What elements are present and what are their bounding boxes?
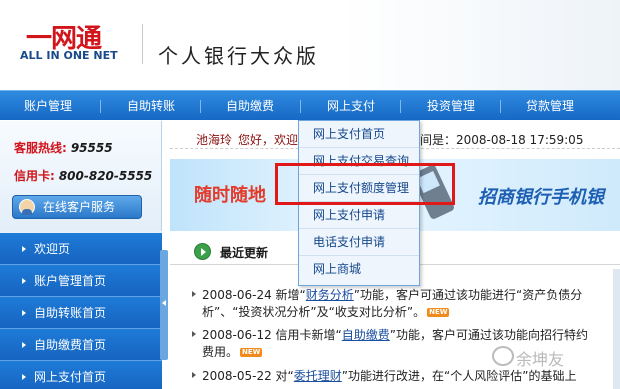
service-hotline: 客服热线: 95555	[14, 139, 113, 156]
sidebar-item-online-payment-home[interactable]: 网上支付首页	[0, 361, 162, 389]
sidebar-item-transfer-home[interactable]: 自助转账首页	[0, 297, 162, 329]
wechat-icon	[492, 346, 514, 366]
service-hotline-label: 客服热线:	[14, 141, 67, 155]
nav-self-payment[interactable]: 自助缴费	[222, 91, 278, 121]
banner-right-text: 招商银行手机银	[478, 187, 604, 208]
nav-online-payment[interactable]: 网上支付	[323, 91, 379, 121]
credit-card-hotline: 信用卡: 800-820-5555	[14, 167, 152, 184]
hotline-panel: 客服热线: 95555 信用卡: 800-820-5555 在线客户服务	[0, 121, 162, 231]
bank-logo[interactable]: 一网通 ALL IN ONE NET	[16, 18, 134, 68]
header-divider	[142, 24, 143, 64]
news-text: 析”、“投资状况分析”及“收支对比分析”。	[202, 305, 426, 319]
dropdown-item-online-mall[interactable]: 网上商城	[299, 256, 419, 283]
login-time: 间是：2008-08-18 17:59:05	[420, 133, 584, 147]
nav-separator	[100, 100, 101, 113]
news-line-1: 2008-06-24 新增“财务分析”功能，客户可通过该功能进行“资产负债分	[202, 286, 582, 303]
bullet-icon	[22, 374, 26, 380]
nav-self-transfer[interactable]: 自助转账	[123, 91, 179, 121]
credit-card-label: 信用卡:	[14, 169, 55, 183]
sidebar-item-label: 欢迎页	[34, 242, 71, 256]
news-line-3: 2008-06-12 信用卡新增“自助缴费”功能，客户可通过该功能向招行特约	[202, 326, 588, 343]
bullet-icon	[22, 342, 26, 348]
service-hotline-number: 95555	[70, 141, 113, 155]
user-name: 池海玲	[196, 133, 233, 147]
logo-english-text: ALL IN ONE NET	[20, 49, 118, 62]
news-line-2: 析”、“投资状况分析”及“收支对比分析”。 NEW	[202, 303, 450, 320]
online-service-button[interactable]: 在线客户服务	[12, 195, 142, 219]
new-badge: NEW	[427, 308, 450, 317]
site-title: 个人银行大众版	[158, 44, 319, 68]
vertical-scrollbar[interactable]	[613, 269, 620, 389]
main-nav: 账户管理 自助转账 自助缴费 网上支付 投资管理 贷款管理	[0, 90, 620, 120]
news-title: 最近更新	[220, 246, 269, 260]
sidebar-collapse-handle[interactable]	[160, 250, 168, 360]
nav-separator	[400, 100, 401, 113]
dropdown-item-payment-apply[interactable]: 网上支付申请	[299, 202, 419, 229]
dropdown-item-phone-payment-apply[interactable]: 电话支付申请	[299, 229, 419, 256]
nav-separator	[200, 100, 201, 113]
nav-separator	[500, 100, 501, 113]
online-service-label: 在线客户服务	[43, 200, 116, 214]
bullet-icon	[22, 278, 26, 284]
news-link-self-payment[interactable]: 自助缴费	[342, 328, 390, 342]
news-text: 2008-05-22 对“	[202, 369, 294, 383]
nav-account-management[interactable]: 账户管理	[20, 91, 76, 121]
news-bullet-icon	[192, 372, 196, 378]
sidebar-item-label: 网上支付首页	[34, 370, 107, 384]
header: 一网通 ALL IN ONE NET 个人银行大众版	[0, 0, 620, 90]
nav-loan-management[interactable]: 贷款管理	[522, 91, 578, 121]
left-sidebar: 客服热线: 95555 信用卡: 800-820-5555 在线客户服务 欢迎页 账…	[0, 121, 162, 389]
watermark-text: 余坤友	[516, 350, 565, 369]
dropdown-item-payment-home[interactable]: 网上支付首页	[299, 121, 419, 148]
banner-left-text: 随时随地	[194, 185, 266, 206]
play-arrow-icon	[194, 243, 211, 260]
sidebar-menu: 欢迎页 账户管理首页 自助转账首页 自助缴费首页 网上支付首页	[0, 233, 162, 389]
sidebar-item-label: 自助缴费首页	[34, 338, 107, 352]
news-line-4: 费用。 NEW	[202, 343, 263, 360]
new-badge: NEW	[240, 348, 263, 357]
bullet-icon	[22, 246, 26, 252]
bullet-icon	[22, 310, 26, 316]
news-link-financial-analysis[interactable]: 财务分析	[306, 288, 354, 302]
sidebar-item-welcome[interactable]: 欢迎页	[0, 233, 162, 265]
sidebar-item-account-home[interactable]: 账户管理首页	[0, 265, 162, 297]
news-text: 2008-06-12 信用卡新增“	[202, 328, 342, 342]
news-text: ”功能进行改进，在“个人风险评估”的基础上	[341, 369, 577, 383]
news-text: ”功能，客户可通过该功能向招行特约	[389, 328, 589, 342]
sidebar-item-label: 自助转账首页	[34, 306, 107, 320]
news-link-entrusted-finance[interactable]: 委托理财	[294, 369, 342, 383]
nav-investment-management[interactable]: 投资管理	[423, 91, 479, 121]
sidebar-item-label: 账户管理首页	[34, 274, 107, 288]
customer-service-icon	[19, 199, 35, 215]
news-text: ”功能，客户可通过该功能进行“资产负债分	[353, 288, 583, 302]
credit-card-number: 800-820-5555	[58, 169, 153, 183]
sidebar-item-payment-home[interactable]: 自助缴费首页	[0, 329, 162, 361]
news-text: 费用。	[202, 345, 239, 359]
welcome-greeting: 您好，欢迎	[238, 133, 299, 147]
news-bullet-icon	[192, 291, 196, 297]
nav-separator	[300, 100, 301, 113]
news-text: 2008-06-24 新增“	[202, 288, 306, 302]
news-bullet-icon	[192, 331, 196, 337]
highlight-box	[275, 163, 455, 205]
